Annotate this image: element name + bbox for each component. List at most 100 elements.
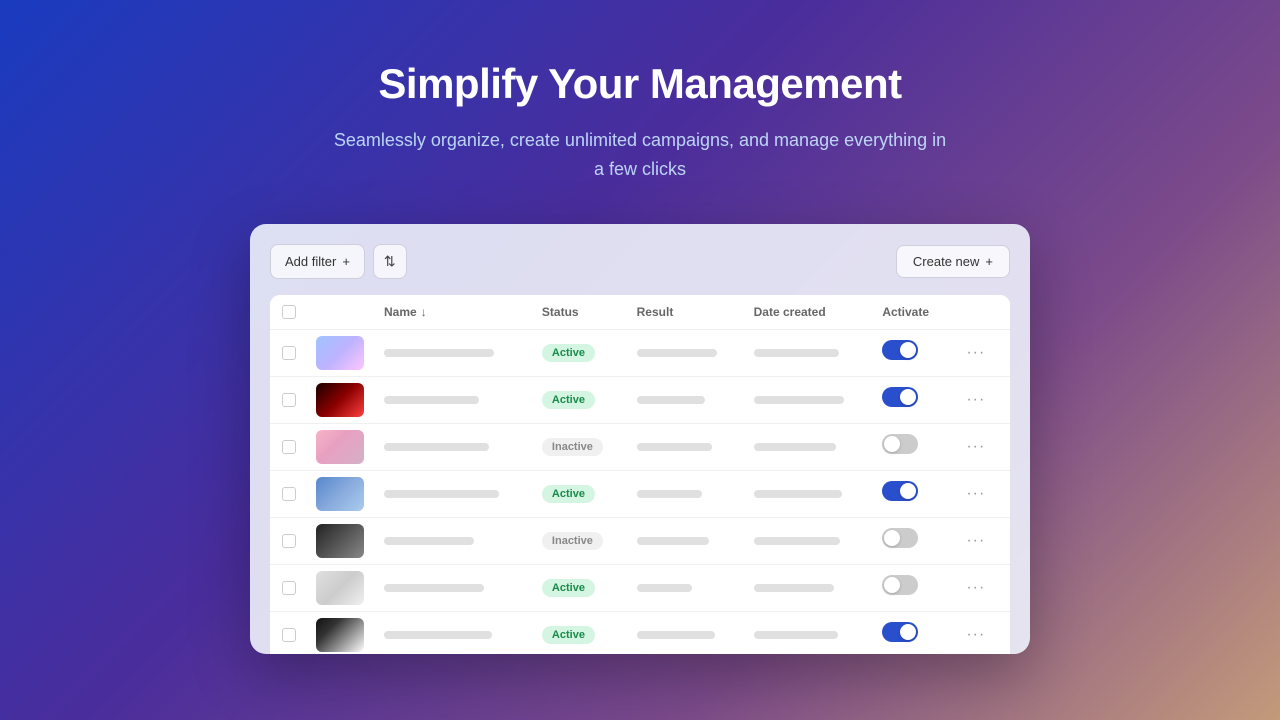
result-placeholder-5 [637,537,709,545]
table-row: Inactive ··· [270,517,1010,564]
col-result: Result [627,295,744,330]
table-row: Active ··· [270,329,1010,376]
col-thumbnail [306,295,374,330]
row-checkbox-7[interactable] [282,628,296,642]
toggle-4[interactable] [882,481,918,501]
more-button-6[interactable]: ··· [960,577,991,599]
row-checkbox-2[interactable] [282,393,296,407]
result-placeholder-3 [637,443,712,451]
status-badge-6: Active [542,579,595,597]
table-row: Active ··· [270,564,1010,611]
date-placeholder-7 [754,631,838,639]
table-container: Name ↓ Status Result Date created Activa… [270,295,1010,654]
date-placeholder-5 [754,537,840,545]
date-placeholder-1 [754,349,839,357]
status-badge-1: Active [542,344,595,362]
thumbnail-3 [316,430,364,464]
toggle-7[interactable] [882,622,918,642]
more-button-4[interactable]: ··· [960,483,991,505]
status-badge-3: Inactive [542,438,603,456]
more-button-7[interactable]: ··· [960,624,991,646]
thumbnail-2 [316,383,364,417]
sort-button[interactable]: ⇅ [373,244,407,279]
add-filter-icon: + [342,254,350,269]
toggle-thumb-2 [900,389,916,405]
col-status: Status [532,295,627,330]
toolbar: Add filter + ⇅ Create new + [270,244,1010,279]
table-row: Inactive ··· [270,423,1010,470]
toolbar-left: Add filter + ⇅ [270,244,407,279]
col-actions [950,295,1010,330]
toggle-thumb-7 [900,624,916,640]
col-date-created: Date created [744,295,873,330]
row-checkbox-1[interactable] [282,346,296,360]
name-placeholder-3 [384,443,489,451]
toggle-thumb-3 [884,436,900,452]
name-placeholder-2 [384,396,479,404]
toggle-track-6 [882,575,918,595]
col-activate: Activate [872,295,950,330]
hero-section: Simplify Your Management Seamlessly orga… [310,0,970,224]
date-placeholder-6 [754,584,834,592]
date-placeholder-3 [754,443,836,451]
status-badge-7: Active [542,626,595,644]
col-checkbox [270,295,306,330]
more-button-2[interactable]: ··· [960,389,991,411]
result-placeholder-1 [637,349,717,357]
more-button-3[interactable]: ··· [960,436,991,458]
toggle-thumb-1 [900,342,916,358]
result-placeholder-6 [637,584,692,592]
toggle-1[interactable] [882,340,918,360]
status-badge-2: Active [542,391,595,409]
create-new-label: Create new [913,254,979,269]
name-placeholder-7 [384,631,492,639]
result-placeholder-4 [637,490,702,498]
toggle-5[interactable] [882,528,918,548]
toggle-3[interactable] [882,434,918,454]
row-checkbox-3[interactable] [282,440,296,454]
toggle-track-5 [882,528,918,548]
toggle-thumb-5 [884,530,900,546]
hero-title: Simplify Your Management [330,60,950,108]
result-placeholder-7 [637,631,715,639]
name-placeholder-4 [384,490,499,498]
table-row: Active ··· [270,611,1010,654]
sort-icon: ⇅ [384,253,396,270]
toggle-thumb-6 [884,577,900,593]
thumbnail-1 [316,336,364,370]
toggle-track-1 [882,340,918,360]
name-placeholder-5 [384,537,474,545]
toggle-track-7 [882,622,918,642]
name-placeholder-6 [384,584,484,592]
toggle-6[interactable] [882,575,918,595]
table-header-row: Name ↓ Status Result Date created Activa… [270,295,1010,330]
more-button-5[interactable]: ··· [960,530,991,552]
header-checkbox[interactable] [282,305,296,319]
col-name-label: Name [384,305,417,319]
toggle-thumb-4 [900,483,916,499]
add-filter-label: Add filter [285,254,336,269]
row-checkbox-4[interactable] [282,487,296,501]
name-sort-icon[interactable]: ↓ [421,305,427,319]
toggle-track-2 [882,387,918,407]
status-badge-5: Inactive [542,532,603,550]
thumbnail-5 [316,524,364,558]
main-panel: Add filter + ⇅ Create new + [250,224,1030,654]
name-placeholder-1 [384,349,494,357]
toggle-2[interactable] [882,387,918,407]
create-new-icon: + [985,254,993,269]
date-placeholder-4 [754,490,842,498]
thumbnail-7 [316,618,364,652]
add-filter-button[interactable]: Add filter + [270,244,365,279]
campaigns-table: Name ↓ Status Result Date created Activa… [270,295,1010,654]
row-checkbox-5[interactable] [282,534,296,548]
thumbnail-4 [316,477,364,511]
thumbnail-6 [316,571,364,605]
table-row: Active ··· [270,470,1010,517]
col-name: Name ↓ [374,295,532,330]
create-new-button[interactable]: Create new + [896,245,1010,278]
more-button-1[interactable]: ··· [960,342,991,364]
toggle-track-4 [882,481,918,501]
result-placeholder-2 [637,396,705,404]
row-checkbox-6[interactable] [282,581,296,595]
